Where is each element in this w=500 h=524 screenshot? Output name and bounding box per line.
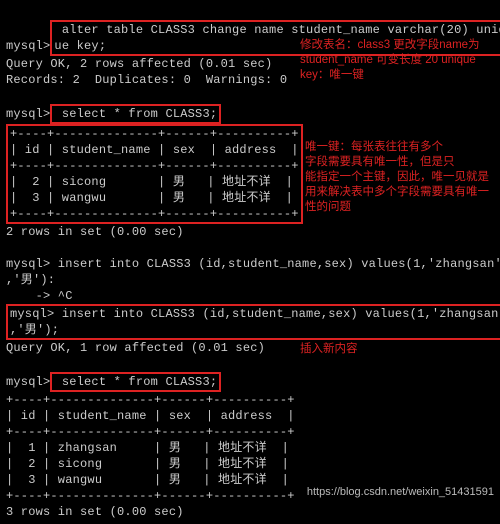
line: mysql> select * from CLASS3; (6, 375, 221, 389)
mysql-prompt: mysql> (10, 307, 54, 321)
highlight-select-1: select * from CLASS3; (50, 104, 221, 124)
mysql-prompt: mysql> (6, 39, 50, 53)
line: ,'男'); (10, 323, 59, 337)
highlight-result-1: +----+--------------+------+----------+ … (6, 124, 303, 224)
mysql-prompt: mysql> (6, 375, 50, 389)
line: +----+--------------+------+----------+ (10, 207, 299, 221)
line: Query OK, 1 row affected (0.01 sec) (6, 341, 265, 355)
line: +----+--------------+------+----------+ (10, 127, 299, 141)
annotation-unique-key: 唯一键：每张表往往有多个 字段需要具有唯一性，但是只 能指定一个主键，因此，唯一… (305, 140, 489, 215)
line: +----+--------------+------+----------+ (6, 393, 295, 407)
annotation-insert-new: 插入新内容 (300, 342, 358, 357)
line: | 1 | zhangsan | 男 | 地址不详 | (6, 441, 289, 455)
line: Query OK, 2 rows affected (0.01 sec) (6, 57, 272, 71)
line: mysql> select * from CLASS3; (6, 107, 221, 121)
line: +----+--------------+------+----------+ (6, 425, 295, 439)
line: 2 rows in set (0.00 sec) (6, 225, 184, 239)
line: | id | student_name | sex | address | (10, 143, 299, 157)
highlight-insert: mysql> insert into CLASS3 (id,student_na… (6, 304, 500, 340)
line: 3 rows in set (0.00 sec) (6, 505, 184, 519)
mysql-prompt: mysql> (6, 107, 50, 121)
line: | id | student_name | sex | address | (6, 409, 295, 423)
line: Records: 2 Duplicates: 0 Warnings: 0 (6, 73, 287, 87)
line: mysql> insert into CLASS3 (id,student_na… (10, 307, 500, 321)
highlight-select-2: select * from CLASS3; (50, 372, 221, 392)
line: ,'男'): (6, 273, 55, 287)
line: | 3 | wangwu | 男 | 地址不详 | (10, 191, 293, 205)
line: +----+--------------+------+----------+ (6, 489, 295, 503)
annotation-alter-explain: 修改表名：class3 更改字段name为 student_name 可变长度 … (300, 38, 480, 83)
line: | 2 | sicong | 男 | 地址不详 | (6, 457, 289, 471)
line: +----+--------------+------+----------+ (10, 159, 299, 173)
line: mysql> insert into CLASS3 (id,student_na… (6, 257, 500, 271)
watermark: https://blog.csdn.net/weixin_51431591 (307, 486, 494, 498)
line: | 2 | sicong | 男 | 地址不详 | (10, 175, 293, 189)
line: -> ^C (6, 289, 73, 303)
line: | 3 | wangwu | 男 | 地址不详 | (6, 473, 289, 487)
